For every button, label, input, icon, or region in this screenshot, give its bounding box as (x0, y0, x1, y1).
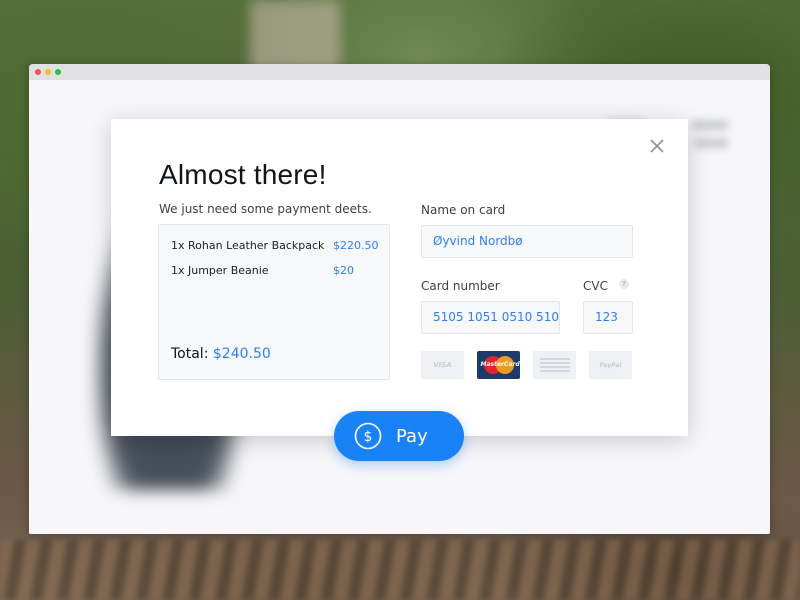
dollar-icon: $ (354, 422, 382, 450)
cvc-label: CVC (583, 279, 608, 293)
total-value: $240.50 (212, 346, 271, 362)
modal-heading: Almost there! (159, 159, 327, 190)
close-window-dot[interactable] (35, 69, 41, 75)
item-name: 1x Rohan Leather Backpack (171, 239, 325, 252)
order-line-item: 1x Rohan Leather Backpack $220.50 (171, 239, 379, 255)
cvc-help-icon[interactable]: ? (619, 279, 629, 289)
item-name: 1x Jumper Beanie (171, 264, 269, 277)
mastercard-logo: MasterCard (477, 351, 520, 379)
total-label: Total: (171, 346, 209, 362)
visa-logo: VISA (421, 351, 464, 379)
svg-text:$: $ (364, 429, 373, 445)
payment-modal: Almost there! We just need some payment … (111, 119, 688, 436)
item-price: $220.50 (333, 239, 379, 252)
card-number-label: Card number (421, 279, 500, 293)
pay-button[interactable]: $ Pay (334, 411, 464, 461)
background-leaves (0, 540, 800, 600)
modal-subtitle: We just need some payment deets. (159, 202, 372, 216)
name-on-card-input[interactable]: Øyvind Nordbø (421, 225, 633, 258)
order-summary: 1x Rohan Leather Backpack $220.50 1x Jum… (158, 224, 390, 380)
order-line-item: 1x Jumper Beanie $20 (171, 264, 379, 280)
card-number-input[interactable]: 5105 1051 0510 5100 (421, 301, 560, 334)
paypal-logo: PayPal (589, 351, 632, 379)
close-icon[interactable] (648, 137, 666, 155)
item-price: $20 (333, 264, 354, 277)
maximize-window-dot[interactable] (55, 69, 61, 75)
order-total: Total: $240.50 (171, 346, 271, 362)
browser-titlebar (29, 64, 770, 80)
name-on-card-label: Name on card (421, 203, 506, 217)
pay-button-label: Pay (396, 425, 428, 447)
cvc-input[interactable]: 123 (583, 301, 633, 334)
amex-logo (533, 351, 576, 379)
mastercard-logo-text: MasterCard (480, 361, 520, 368)
minimize-window-dot[interactable] (45, 69, 51, 75)
